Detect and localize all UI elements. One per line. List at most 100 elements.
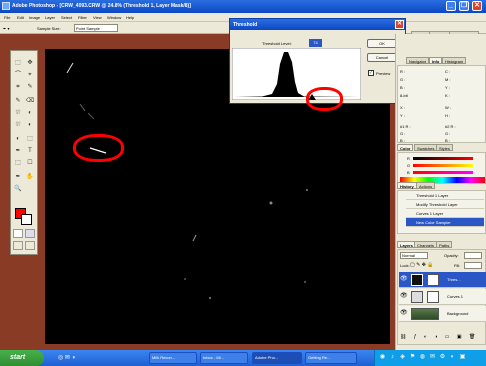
hand-tool-icon[interactable]: ✋ bbox=[25, 173, 35, 182]
tab-color[interactable]: Color bbox=[397, 144, 414, 151]
taskbar-item[interactable]: Milk Recon... bbox=[149, 352, 197, 364]
fill-input[interactable] bbox=[464, 262, 482, 269]
history-item[interactable]: Threshold 1 Layer bbox=[406, 191, 484, 200]
layer-name[interactable]: Thres... bbox=[447, 277, 461, 282]
color-r-slider[interactable] bbox=[413, 157, 473, 160]
color-b-slider[interactable] bbox=[413, 171, 473, 174]
brush-tool-icon[interactable]: ⌫ bbox=[25, 97, 35, 106]
layer-thumbnail bbox=[411, 308, 439, 320]
tab-channels[interactable]: Channels bbox=[414, 241, 437, 248]
taskbar-item-active[interactable]: Adobe Pho... bbox=[252, 352, 302, 364]
menu-help[interactable]: Help bbox=[126, 15, 134, 20]
type-tool-icon[interactable]: T bbox=[25, 147, 35, 156]
gradient-tool-icon[interactable]: ◐ bbox=[25, 121, 35, 130]
zoom-tool-icon[interactable]: 🔍 bbox=[13, 185, 23, 194]
menu-file[interactable]: File bbox=[4, 15, 10, 20]
blend-mode-select[interactable]: Normal bbox=[400, 252, 428, 259]
threshold-level-input[interactable]: 74 bbox=[309, 39, 322, 47]
menu-layer[interactable]: Layer bbox=[45, 15, 55, 20]
close-button[interactable]: ✕ bbox=[472, 1, 482, 11]
quick-launch-icons[interactable]: ◎ ✉ ◑ bbox=[58, 354, 75, 361]
color-b-label: B bbox=[407, 170, 410, 175]
tray-icon[interactable]: ▣ bbox=[459, 354, 466, 361]
opacity-input[interactable] bbox=[464, 252, 482, 259]
layer-row[interactable]: 👁 Curves 1 bbox=[399, 289, 486, 305]
marquee-tool-icon[interactable]: ⬚ bbox=[13, 59, 23, 68]
menu-view[interactable]: View bbox=[93, 15, 102, 20]
fill-label: Fill: bbox=[454, 263, 461, 268]
minimize-button[interactable]: _ bbox=[446, 1, 456, 11]
slice-tool-icon[interactable]: ✎ bbox=[25, 83, 35, 92]
tab-paths[interactable]: Paths bbox=[436, 241, 453, 248]
path-selection-tool-icon[interactable]: ⬚ bbox=[25, 135, 35, 144]
preview-checkbox[interactable]: ✓ bbox=[368, 70, 374, 76]
menu-filter[interactable]: Filter bbox=[78, 15, 87, 20]
tab-styles[interactable]: Styles bbox=[436, 144, 453, 151]
menu-window[interactable]: Window bbox=[107, 15, 121, 20]
history-item[interactable]: Modify Threshold Layer bbox=[406, 200, 484, 209]
restore-button[interactable]: ❐ bbox=[459, 1, 469, 11]
layer-row[interactable]: 👁 Thres... bbox=[399, 272, 486, 288]
sample-size-select[interactable]: Point Sample bbox=[74, 24, 118, 32]
quick-mask-mode-icon[interactable] bbox=[25, 229, 35, 238]
healing-brush-tool-icon[interactable]: ✎ bbox=[13, 97, 23, 106]
dialog-close-icon[interactable]: ✕ bbox=[395, 20, 404, 29]
visibility-eye-icon[interactable]: 👁 bbox=[400, 310, 408, 317]
right-panel-dock: Navigator Info Histogram R :C : G :M : B… bbox=[395, 34, 486, 350]
tab-history[interactable]: History bbox=[397, 182, 417, 189]
layer-panel-footer-icons[interactable]: ⛓ ƒ ◐ ◑ ▭ ▣ 🗑 bbox=[400, 334, 478, 340]
start-button[interactable]: start bbox=[0, 350, 44, 366]
history-item[interactable]: Curves 1 Layer bbox=[406, 209, 484, 218]
layer-name[interactable]: Background bbox=[447, 311, 468, 316]
tray-icon[interactable]: ⚑ bbox=[409, 354, 416, 361]
cancel-button[interactable]: Cancel bbox=[367, 53, 397, 62]
tray-icon[interactable]: ◈ bbox=[399, 354, 406, 361]
clone-stamp-tool-icon[interactable]: ⛆ bbox=[13, 109, 23, 118]
magic-wand-tool-icon[interactable]: ⌖ bbox=[25, 71, 35, 80]
lock-label: Lock: bbox=[400, 263, 410, 268]
layer-thumbnail bbox=[411, 291, 423, 303]
standard-mode-icon[interactable] bbox=[13, 229, 23, 238]
tray-icon[interactable]: ⚙ bbox=[439, 354, 446, 361]
color-g-slider[interactable] bbox=[413, 164, 473, 167]
visibility-eye-icon[interactable]: 👁 bbox=[400, 276, 408, 283]
visibility-eye-icon[interactable]: 👁 bbox=[400, 293, 408, 300]
tab-navigator[interactable]: Navigator bbox=[406, 57, 430, 64]
pen-tool-icon[interactable]: ✒ bbox=[13, 147, 23, 156]
ok-button[interactable]: OK bbox=[367, 39, 397, 48]
tray-icon[interactable]: ✉ bbox=[429, 354, 436, 361]
eyedropper-tool-icon[interactable]: ✒ ▾ bbox=[3, 26, 9, 31]
lasso-tool-icon[interactable]: ⌒ bbox=[13, 71, 23, 80]
lock-icons[interactable]: ▢ ✎ ✥ 🔒 bbox=[410, 262, 434, 268]
menu-select[interactable]: Select bbox=[61, 15, 72, 20]
layer-thumbnail bbox=[411, 274, 423, 286]
crop-tool-icon[interactable]: ⌗ bbox=[13, 83, 23, 92]
shape-tool-icon[interactable]: ⬚ bbox=[13, 159, 23, 168]
tray-icon[interactable]: ♪ bbox=[389, 354, 396, 361]
tray-icon[interactable]: ◉ bbox=[379, 354, 386, 361]
menu-image[interactable]: Image bbox=[29, 15, 40, 20]
tray-icon[interactable]: ◍ bbox=[419, 354, 426, 361]
layer-name[interactable]: Curves 1 bbox=[447, 294, 463, 299]
tab-info[interactable]: Info bbox=[429, 57, 443, 64]
tab-swatches[interactable]: Swatches bbox=[414, 144, 438, 151]
tab-actions[interactable]: Actions bbox=[416, 182, 436, 189]
fullscreen-mode-icon[interactable] bbox=[25, 241, 35, 250]
photoshop-app-icon[interactable] bbox=[2, 2, 10, 10]
history-item-selected[interactable]: New Color Sampler bbox=[406, 218, 484, 227]
tab-histogram[interactable]: Histogram bbox=[442, 57, 467, 64]
color-r-label: R bbox=[407, 156, 410, 161]
taskbar-item[interactable]: Getting Re... bbox=[305, 352, 357, 364]
menu-edit[interactable]: Edit bbox=[17, 15, 24, 20]
screen-mode-icon[interactable] bbox=[13, 241, 23, 250]
move-tool-icon[interactable]: ✥ bbox=[25, 59, 35, 68]
background-color-swatch[interactable] bbox=[21, 214, 32, 225]
tray-icon[interactable]: ◐ bbox=[449, 354, 456, 361]
notes-tool-icon[interactable]: ☐ bbox=[25, 159, 35, 168]
eyedropper-tool-icon[interactable]: ✒ bbox=[13, 173, 23, 182]
taskbar-item[interactable]: Inbox - Mi... bbox=[200, 352, 248, 364]
layer-row[interactable]: 👁 Background bbox=[399, 306, 486, 322]
dodge-tool-icon[interactable]: ◐ bbox=[13, 135, 23, 144]
eraser-tool-icon[interactable]: ⛆ bbox=[13, 121, 23, 130]
history-brush-tool-icon[interactable]: ◐ bbox=[25, 109, 35, 118]
